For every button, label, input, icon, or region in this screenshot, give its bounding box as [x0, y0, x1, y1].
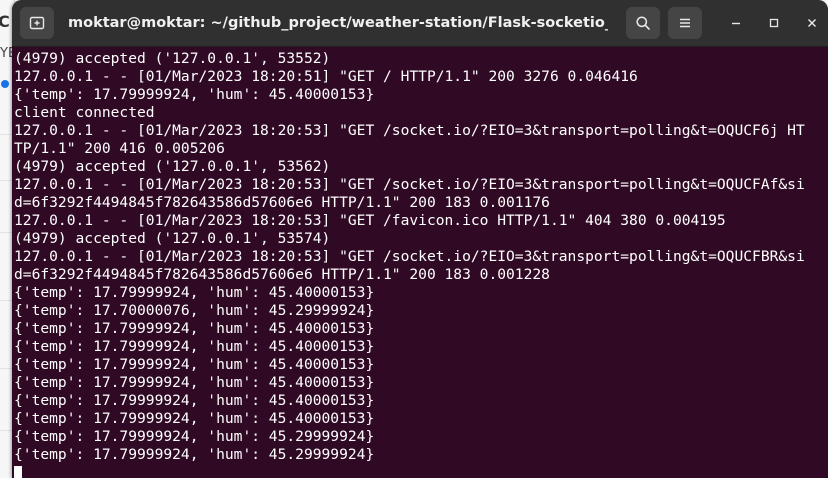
terminal-line: (4979) accepted ('127.0.0.1', 53562)	[14, 158, 331, 175]
terminal-line: {'temp': 17.79999924, 'hum': 45.40000153…	[14, 338, 375, 355]
terminal-line: client connected	[14, 104, 155, 121]
terminal-line: {'temp': 17.79999924, 'hum': 45.40000153…	[14, 410, 375, 427]
terminal-line: 127.0.0.1 - - [01/Mar/2023 18:20:53] "GE…	[14, 176, 805, 193]
terminal-line: {'temp': 17.79999924, 'hum': 45.29999924…	[14, 446, 375, 463]
terminal-line: TP/1.1" 200 416 0.005206	[14, 140, 225, 157]
terminal-line: 127.0.0.1 - - [01/Mar/2023 18:20:51] "GE…	[14, 68, 638, 85]
terminal-line: {'temp': 17.79999924, 'hum': 45.40000153…	[14, 356, 375, 373]
title-bar[interactable]: moktar@moktar: ~/github_project/weather-…	[12, 0, 828, 47]
terminal-line: 127.0.0.1 - - [01/Mar/2023 18:20:53] "GE…	[14, 248, 805, 265]
new-tab-button[interactable]	[20, 7, 54, 39]
terminal-line: (4979) accepted ('127.0.0.1', 53552)	[14, 50, 331, 67]
terminal-line: {'temp': 17.79999924, 'hum': 45.40000153…	[14, 374, 375, 391]
hamburger-menu-icon	[680, 18, 690, 28]
terminal-output[interactable]: (4979) accepted ('127.0.0.1', 53552) 127…	[12, 47, 828, 478]
terminal-window[interactable]: moktar@moktar: ~/github_project/weather-…	[12, 0, 828, 478]
maximize-icon	[769, 18, 779, 28]
terminal-line: {'temp': 17.79999924, 'hum': 45.29999924…	[14, 428, 375, 445]
window-title: moktar@moktar: ~/github_project/weather-…	[68, 15, 608, 31]
minimize-icon	[732, 22, 740, 25]
terminal-line: {'temp': 17.79999924, 'hum': 45.40000153…	[14, 392, 375, 409]
background-app-letter: C	[0, 12, 10, 31]
terminal-line: 127.0.0.1 - - [01/Mar/2023 18:20:53] "GE…	[14, 212, 726, 229]
terminal-line: d=6f3292f4494845f782643586d57606e6 HTTP/…	[14, 194, 550, 211]
terminal-line: {'temp': 17.70000076, 'hum': 45.29999924…	[14, 302, 375, 319]
terminal-cursor	[14, 466, 22, 478]
terminal-line: {'temp': 17.79999924, 'hum': 45.40000153…	[14, 284, 375, 301]
close-icon	[808, 19, 816, 27]
terminal-cursor-line	[14, 464, 828, 478]
new-tab-icon	[29, 16, 45, 30]
terminal-line: 127.0.0.1 - - [01/Mar/2023 18:20:53] "GE…	[14, 122, 805, 139]
background-radio-icon	[1, 80, 9, 88]
terminal-line: d=6f3292f4494845f782643586d57606e6 HTTP/…	[14, 266, 550, 283]
terminal-line: {'temp': 17.79999924, 'hum': 45.40000153…	[14, 86, 375, 103]
minimize-button[interactable]	[724, 11, 748, 35]
terminal-line: (4979) accepted ('127.0.0.1', 53574)	[14, 230, 331, 247]
terminal-line: {'temp': 17.79999924, 'hum': 45.40000153…	[14, 320, 375, 337]
maximize-button[interactable]	[762, 11, 786, 35]
menu-button[interactable]	[668, 7, 702, 39]
search-button[interactable]	[626, 7, 660, 39]
search-icon	[636, 16, 650, 30]
close-button[interactable]	[800, 11, 824, 35]
